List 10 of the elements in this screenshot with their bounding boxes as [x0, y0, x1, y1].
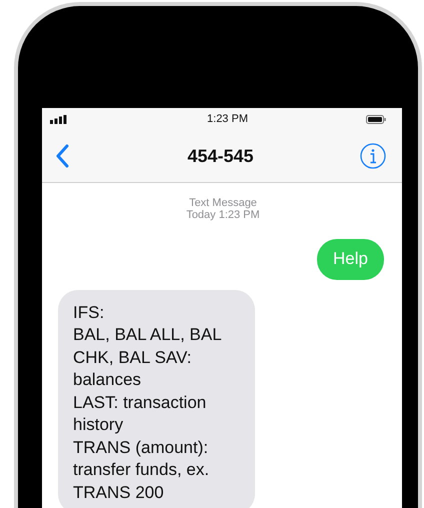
status-time: 1:23 PM — [207, 113, 248, 125]
message-type-label: Text Message — [189, 197, 257, 209]
sent-message-bubble: Help — [317, 239, 384, 280]
info-icon[interactable] — [360, 143, 386, 169]
message-timestamp: Today 1:23 PM — [186, 209, 260, 221]
back-chevron-icon[interactable] — [55, 144, 69, 168]
contact-title: 454-545 — [187, 146, 254, 166]
battery-icon — [366, 114, 386, 124]
signal-icon — [50, 114, 67, 124]
received-message-bubble: IFS: BAL, BAL ALL, BAL CHK, BAL SAV: balances LAST: transaction history TRANS (amount): transfer funds, ex. TRANS 200 — [58, 290, 255, 508]
